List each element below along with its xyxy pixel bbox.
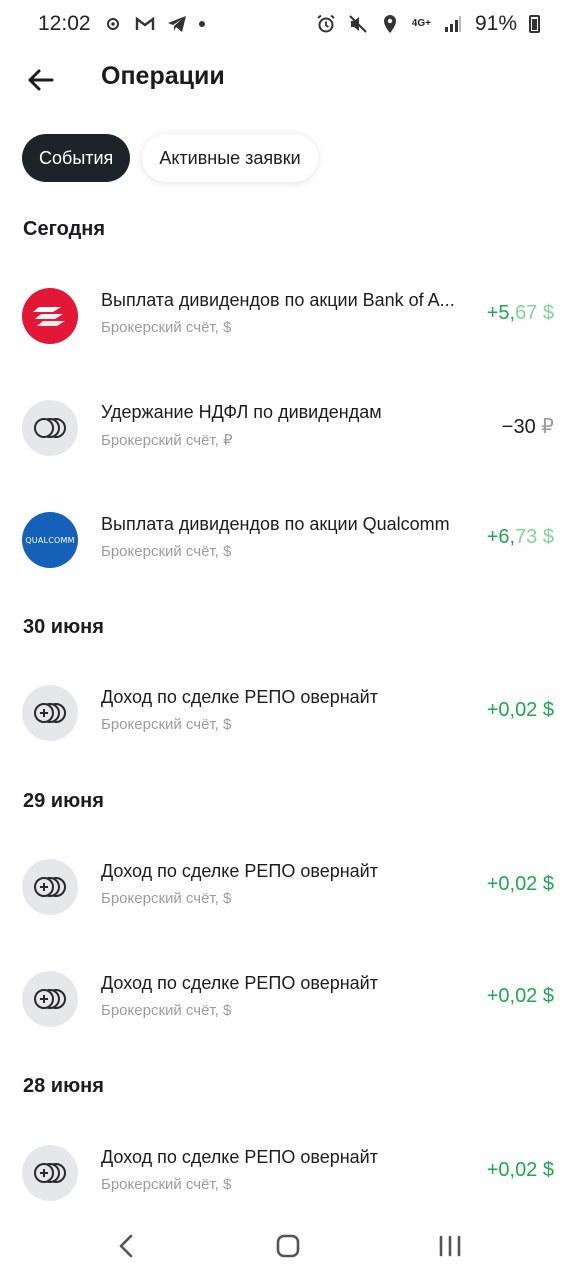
network-type: 4G+ — [411, 18, 431, 29]
operation-account: Брокерский счёт, $ — [101, 890, 232, 907]
qualcomm-logo-icon: QUALCOMM — [22, 512, 78, 568]
mute-icon — [348, 14, 368, 34]
amount-value: +0,02 — [486, 1159, 538, 1181]
tab-events[interactable]: События — [22, 134, 131, 182]
notification-dot-icon — [198, 21, 205, 27]
coins-plus-icon — [22, 971, 78, 1027]
amount-value: +0,02 — [486, 873, 538, 895]
operation-amount: +6,73 $ — [487, 526, 554, 549]
amount-currency: $ — [537, 873, 554, 895]
operation-row[interactable]: Доход по сделке РЕПО овернайт Брокерский… — [0, 831, 576, 943]
amount-currency: $ — [537, 302, 554, 324]
coins-icon — [22, 400, 78, 456]
amount-currency: $ — [537, 526, 554, 548]
location-icon — [380, 14, 400, 34]
section-title-date: 29 июня — [23, 790, 104, 812]
operation-account: Брокерский счёт, ₽ — [101, 432, 233, 449]
operation-account: Брокерский счёт, $ — [101, 716, 232, 733]
amount-currency: ₽ — [535, 416, 554, 438]
operation-amount: +0,02 $ — [487, 873, 554, 896]
amount-currency: $ — [537, 985, 554, 1007]
qualcomm-logo-text: QUALCOMM — [25, 535, 75, 545]
nav-home-button[interactable] — [268, 1230, 308, 1262]
amount-value: +0,02 — [486, 985, 538, 1007]
home-square-icon — [276, 1234, 300, 1258]
amount-currency: $ — [537, 1159, 554, 1181]
operation-account: Брокерский счёт, $ — [101, 1002, 232, 1019]
page-title: Операции — [101, 62, 225, 90]
operation-amount: +0,02 $ — [487, 699, 554, 722]
system-nav-bar — [0, 1212, 576, 1280]
coins-plus-icon — [22, 685, 78, 741]
telegram-icon — [167, 14, 187, 34]
amount-decimal: 73 — [515, 526, 538, 548]
battery-icon — [529, 15, 540, 33]
section-title-date: 30 июня — [23, 616, 104, 638]
operation-row[interactable]: Доход по сделке РЕПО овернайт Брокерский… — [0, 943, 576, 1055]
operation-title: Выплата дивидендов по акции Qualcomm — [101, 514, 450, 534]
chevron-left-icon — [119, 1234, 133, 1258]
alarm-icon — [316, 14, 336, 34]
coins-plus-icon — [22, 1145, 78, 1201]
amount-integer: +6, — [486, 526, 516, 548]
app-header: Операции — [0, 48, 576, 112]
operation-title: Доход по сделке РЕПО овернайт — [101, 687, 378, 707]
gmail-icon — [135, 14, 155, 34]
section-title-date: 28 июня — [23, 1075, 104, 1097]
operation-title: Доход по сделке РЕПО овернайт — [101, 861, 378, 881]
amount-currency: $ — [537, 699, 554, 721]
signal-icon — [443, 14, 463, 34]
gear-notification-icon — [103, 14, 123, 34]
recents-icon — [439, 1235, 461, 1257]
coins-plus-icon — [22, 859, 78, 915]
nav-recents-button[interactable] — [430, 1230, 470, 1262]
back-button[interactable] — [24, 64, 56, 96]
operation-title: Удержание НДФЛ по дивидендам — [101, 402, 382, 422]
operation-account: Брокерский счёт, $ — [101, 319, 232, 336]
operation-amount: −30 ₽ — [502, 414, 554, 439]
amount-integer: −30 — [501, 416, 536, 438]
amount-integer: +5, — [486, 302, 516, 324]
battery-percent: 91% — [474, 12, 517, 35]
operation-amount: +5,67 $ — [487, 302, 554, 325]
operation-account: Брокерский счёт, $ — [101, 1176, 232, 1193]
operation-row[interactable]: Доход по сделке РЕПО овернайт Брокерский… — [0, 657, 576, 769]
section-title-today: Сегодня — [23, 218, 106, 240]
operation-title: Доход по сделке РЕПО овернайт — [101, 973, 378, 993]
tab-active-orders[interactable]: Активные заявки — [142, 134, 318, 182]
operation-amount: +0,02 $ — [487, 985, 554, 1008]
operation-title: Выплата дивидендов по акции Bank of A... — [101, 290, 455, 310]
bank-of-america-logo-icon — [22, 288, 78, 344]
nav-back-button[interactable] — [106, 1230, 146, 1262]
amount-decimal: 67 — [515, 302, 538, 324]
operation-account: Брокерский счёт, $ — [101, 543, 232, 560]
status-bar: 12:02 4G+ 91% — [0, 0, 576, 48]
operation-row[interactable]: Удержание НДФЛ по дивидендам Брокерский … — [0, 372, 576, 484]
status-time: 12:02 — [38, 12, 91, 35]
tabs: События Активные заявки — [22, 134, 318, 182]
operation-amount: +0,02 $ — [487, 1159, 554, 1182]
operation-row[interactable]: QUALCOMM Выплата дивидендов по акции Qua… — [0, 484, 576, 596]
operation-row[interactable]: Выплата дивидендов по акции Bank of A...… — [0, 260, 576, 372]
arrow-left-icon — [28, 69, 54, 91]
amount-value: +0,02 — [486, 699, 538, 721]
operation-title: Доход по сделке РЕПО овернайт — [101, 1147, 378, 1167]
